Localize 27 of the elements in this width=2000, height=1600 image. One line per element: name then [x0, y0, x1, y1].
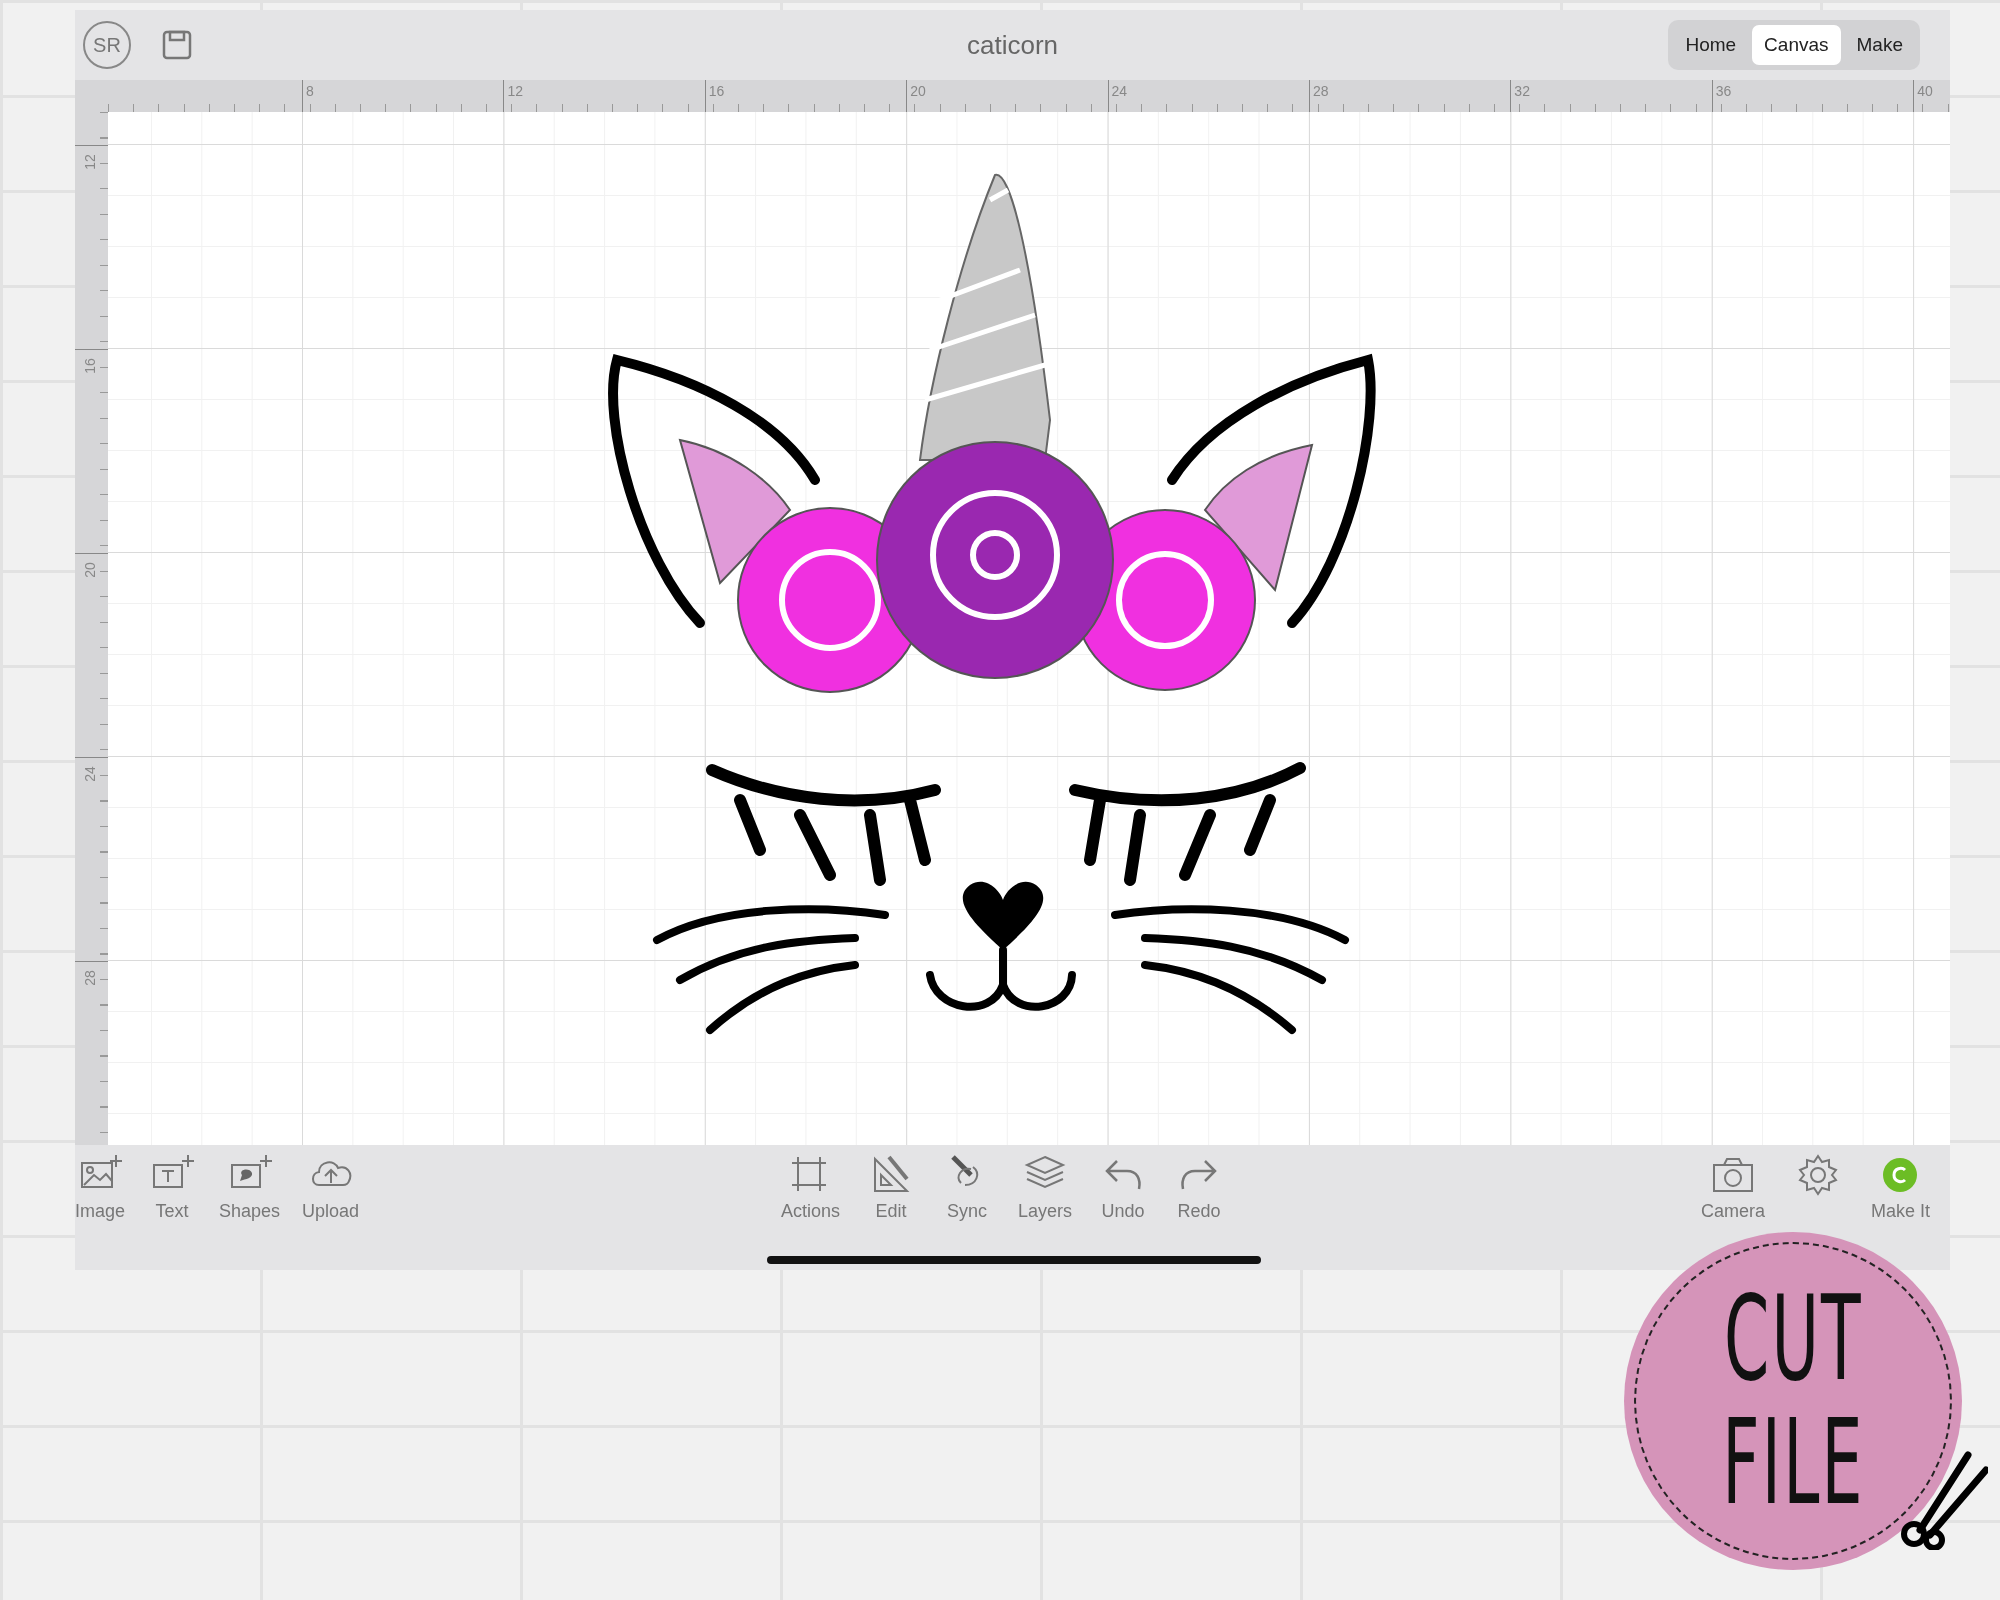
ruler-label: 24: [81, 766, 99, 782]
ruler-label: 28: [81, 970, 99, 986]
view-tab[interactable]: Home: [1673, 25, 1749, 65]
view-tab[interactable]: Canvas: [1752, 25, 1841, 65]
tool-label[interactable]: Text: [155, 1201, 189, 1222]
save-icon[interactable]: [161, 29, 193, 61]
tool-label[interactable]: Sync: [947, 1201, 987, 1222]
badge-text: FILE: [1721, 1401, 1865, 1525]
tool-label[interactable]: Edit: [875, 1201, 907, 1222]
tool-label[interactable]: Image: [75, 1201, 126, 1222]
tool-label[interactable]: Upload: [302, 1201, 360, 1222]
project-title: caticorn: [967, 29, 1058, 61]
view-tab[interactable]: Make: [1844, 25, 1915, 65]
tool-label[interactable]: Actions: [780, 1201, 840, 1222]
tool-label[interactable]: Make It: [1870, 1201, 1930, 1222]
ruler-label: 12: [81, 154, 99, 170]
tool-label[interactable]: Camera: [1700, 1201, 1765, 1222]
tool-label[interactable]: Undo: [1101, 1201, 1145, 1222]
user-avatar[interactable]: SR: [83, 21, 131, 69]
design-canvas[interactable]: [108, 112, 1950, 1145]
scissors-icon: [1898, 1450, 1988, 1550]
tool-label[interactable]: Layers: [1018, 1201, 1073, 1222]
ruler-label: 20: [81, 562, 99, 578]
ruler-label: 16: [81, 358, 99, 374]
tool-label[interactable]: Redo: [1177, 1201, 1221, 1222]
badge-text: CUT: [1723, 1277, 1863, 1401]
tool-label[interactable]: Shapes: [219, 1201, 281, 1222]
